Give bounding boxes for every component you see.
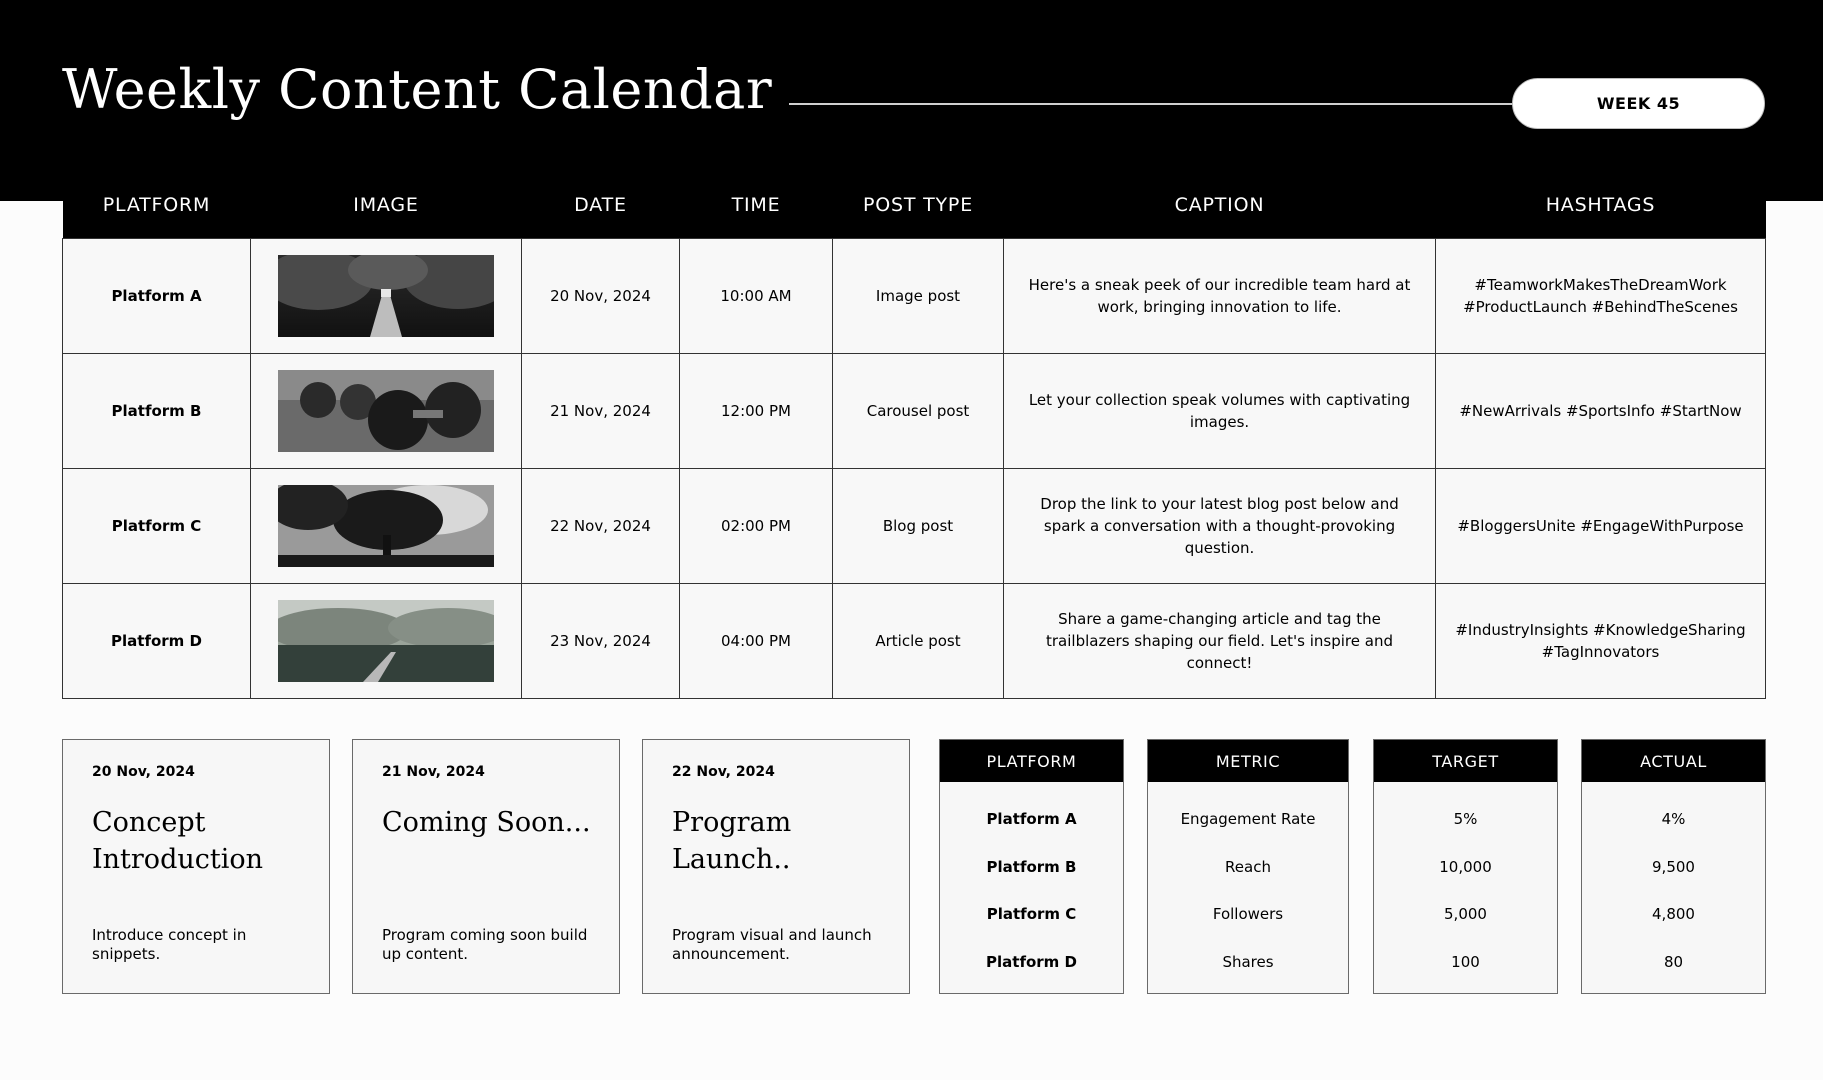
post-type-cell: Image post xyxy=(832,238,1004,354)
hashtags-cell: #BloggersUnite #EngageWithPurpose xyxy=(1435,468,1766,584)
kpi-metric-cell: Engagement Rate xyxy=(1180,810,1316,828)
card-title: Concept Introduction xyxy=(92,807,263,875)
milestone-card: 22 Nov, 2024 Program Launch.. Program vi… xyxy=(642,739,910,994)
kpi-metric-column: METRIC Engagement Rate Reach Followers S… xyxy=(1147,739,1349,994)
date-cell: 22 Nov, 2024 xyxy=(521,468,680,584)
card-description: Program visual and launch announcement. xyxy=(672,926,872,963)
hashtags-cell: #TeamworkMakesTheDreamWork #ProductLaunc… xyxy=(1435,238,1766,354)
image-cell xyxy=(250,583,522,699)
card-date: 20 Nov, 2024 xyxy=(92,764,195,780)
kpi-header-actual: ACTUAL xyxy=(1582,740,1765,782)
kpi-platform-cell: Platform A xyxy=(986,810,1077,828)
column-header-caption: CAPTION xyxy=(1003,172,1436,239)
kpi-metric-cell: Shares xyxy=(1222,953,1274,971)
kpi-header-target: TARGET xyxy=(1374,740,1557,782)
card-title: Coming Soon... xyxy=(382,807,591,838)
hashtags-cell: #IndustryInsights #KnowledgeSharing #Tag… xyxy=(1435,583,1766,699)
card-description: Introduce concept in snippets. xyxy=(92,926,247,963)
platform-cell: Platform C xyxy=(62,468,251,584)
post-type-cell: Carousel post xyxy=(832,353,1004,469)
card-date: 22 Nov, 2024 xyxy=(672,764,775,780)
kpi-platform-cell: Platform B xyxy=(986,858,1077,876)
caption-cell: Let your collection speak volumes with c… xyxy=(1003,353,1436,469)
post-type-cell: Article post xyxy=(832,583,1004,699)
kpi-target-cell: 5,000 xyxy=(1444,905,1487,923)
kpi-target-column: TARGET 5% 10,000 5,000 100 xyxy=(1373,739,1558,994)
time-cell: 04:00 PM xyxy=(679,583,833,699)
kpi-target-cell: 5% xyxy=(1453,810,1478,828)
time-cell: 10:00 AM xyxy=(679,238,833,354)
platform-cell: Platform A xyxy=(62,238,251,354)
card-date: 21 Nov, 2024 xyxy=(382,764,485,780)
date-cell: 21 Nov, 2024 xyxy=(521,353,680,469)
caption-cell: Drop the link to your latest blog post b… xyxy=(1003,468,1436,584)
kpi-actual-cell: 4% xyxy=(1661,810,1686,828)
image-cell xyxy=(250,468,522,584)
kpi-platform-cell: Platform C xyxy=(986,905,1077,923)
column-header-platform: PLATFORM xyxy=(62,172,251,239)
column-header-hashtags: HASHTAGS xyxy=(1435,172,1766,239)
hashtags-cell: #NewArrivals #SportsInfo #StartNow xyxy=(1435,353,1766,469)
post-type-cell: Blog post xyxy=(832,468,1004,584)
dumbbells-photo[interactable] xyxy=(278,370,494,452)
milestone-card: 21 Nov, 2024 Coming Soon... Program comi… xyxy=(352,739,620,994)
forest-boardwalk-photo[interactable] xyxy=(278,255,494,337)
kpi-actual-column: ACTUAL 4% 9,500 4,800 80 xyxy=(1581,739,1766,994)
kpi-target-cell: 100 xyxy=(1451,953,1480,971)
kpi-header-platform: PLATFORM xyxy=(940,740,1123,782)
kpi-header-metric: METRIC xyxy=(1148,740,1348,782)
column-header-time: TIME xyxy=(679,172,833,239)
kpi-target-cell: 10,000 xyxy=(1439,858,1492,876)
date-cell: 20 Nov, 2024 xyxy=(521,238,680,354)
time-cell: 02:00 PM xyxy=(679,468,833,584)
marsh-walkway-photo[interactable] xyxy=(278,600,494,682)
content-calendar-table: PLATFORM IMAGE DATE TIME POST TYPE CAPTI… xyxy=(62,172,1766,699)
column-header-post-type: POST TYPE xyxy=(832,172,1004,239)
tree-silhouette-photo[interactable] xyxy=(278,485,494,567)
table-row: Platform C 22 Nov, 2024 02:00 PM Blog po… xyxy=(62,468,1766,584)
table-row: Platform A 20 Nov, 2024 10:00 AM Image p… xyxy=(62,238,1766,354)
table-header-row: PLATFORM IMAGE DATE TIME POST TYPE CAPTI… xyxy=(62,172,1766,239)
kpi-metric-cell: Followers xyxy=(1212,905,1284,923)
caption-cell: Here's a sneak peek of our incredible te… xyxy=(1003,238,1436,354)
image-cell xyxy=(250,238,522,354)
time-cell: 12:00 PM xyxy=(679,353,833,469)
column-header-date: DATE xyxy=(521,172,680,239)
card-description: Program coming soon build up content. xyxy=(382,926,588,963)
kpi-platform-cell: Platform D xyxy=(986,953,1077,971)
week-badge: WEEK 45 xyxy=(1512,78,1765,129)
platform-cell: Platform B xyxy=(62,353,251,469)
caption-cell: Share a game-changing article and tag th… xyxy=(1003,583,1436,699)
kpi-actual-cell: 80 xyxy=(1663,953,1684,971)
image-cell xyxy=(250,353,522,469)
kpi-actual-cell: 9,500 xyxy=(1652,858,1695,876)
card-title: Program Launch.. xyxy=(672,807,792,875)
kpi-actual-cell: 4,800 xyxy=(1652,905,1695,923)
kpi-platform-column: PLATFORM Platform A Platform B Platform … xyxy=(939,739,1124,994)
page-title: Weekly Content Calendar xyxy=(62,58,773,121)
milestone-card: 20 Nov, 2024 Concept Introduction Introd… xyxy=(62,739,330,994)
kpi-metric-cell: Reach xyxy=(1225,858,1271,876)
platform-cell: Platform D xyxy=(62,583,251,699)
header-divider xyxy=(789,103,1513,105)
date-cell: 23 Nov, 2024 xyxy=(521,583,680,699)
column-header-image: IMAGE xyxy=(250,172,522,239)
table-row: Platform D 23 Nov, 2024 04:00 PM Article… xyxy=(62,583,1766,699)
table-row: Platform B 21 Nov, 2024 12:00 PM Carouse… xyxy=(62,353,1766,469)
